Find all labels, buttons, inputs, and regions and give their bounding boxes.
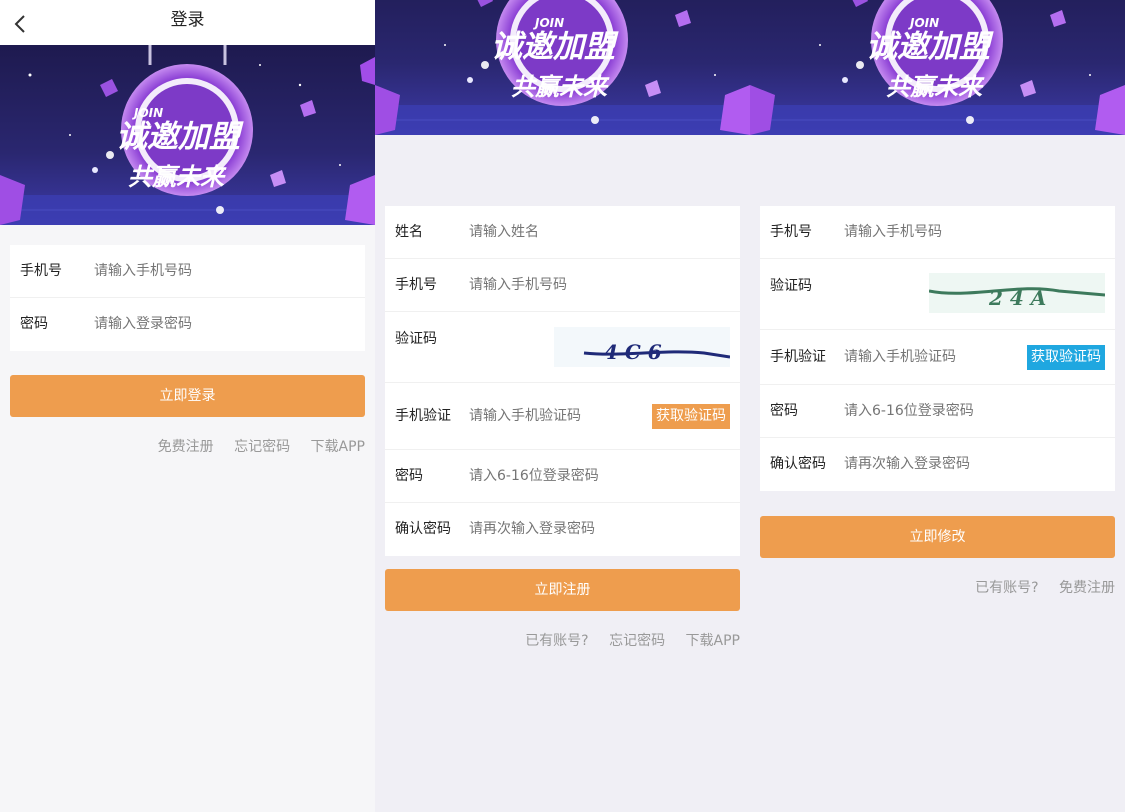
modify-button[interactable]: 立即修改 <box>760 516 1115 558</box>
reset-links: 已有账号? 免费注册 <box>959 577 1115 597</box>
phone-row: 手机号 <box>10 245 365 298</box>
register-form: 姓名 手机号 验证码 4 C 6 手机验证 获取验证码 密码 确认 <box>385 206 740 556</box>
password-row: 密码 <box>385 450 740 503</box>
phone-input[interactable] <box>844 206 1034 258</box>
banner-image: JOIN 诚邀加盟 共赢未来 <box>375 0 750 180</box>
sms-row: 手机验证 获取验证码 <box>385 383 740 450</box>
have-account-link[interactable]: 已有账号? <box>525 633 588 649</box>
register-link[interactable]: 免费注册 <box>1059 580 1115 596</box>
password-label: 密码 <box>20 316 48 332</box>
banner-line2: 共赢未来 <box>511 73 610 101</box>
banner-image: JOIN 诚邀加盟 共赢未来 <box>750 0 1125 180</box>
banner-line2: 共赢未来 <box>128 163 227 191</box>
login-button[interactable]: 立即登录 <box>10 375 365 417</box>
page-title: 登录 <box>170 10 205 30</box>
have-account-link[interactable]: 已有账号? <box>975 580 1038 596</box>
get-code-button[interactable]: 获取验证码 <box>652 404 730 429</box>
banner-image: JOIN 诚邀加盟 共赢未来 <box>0 45 375 225</box>
password-label: 密码 <box>395 468 423 484</box>
captcha-label: 验证码 <box>395 331 437 347</box>
login-form: 手机号 密码 <box>10 245 365 351</box>
password-input[interactable] <box>469 450 659 502</box>
sms-row: 手机验证 获取验证码 <box>760 330 1115 385</box>
confirm-password-row: 确认密码 <box>385 503 740 556</box>
login-links: 免费注册 忘记密码 下载APP <box>142 436 365 456</box>
get-code-button[interactable]: 获取验证码 <box>1027 345 1105 370</box>
captcha-label: 验证码 <box>770 278 812 294</box>
phone-label: 手机号 <box>395 277 437 293</box>
captcha-text: 4 C 6 <box>604 340 662 364</box>
nav-bar: 登录 <box>0 0 375 45</box>
phone-row: 手机号 <box>385 259 740 312</box>
banner-join-text: JOIN <box>132 106 163 120</box>
banner-line1: 诚邀加盟 <box>116 119 244 155</box>
banner-line1: 诚邀加盟 <box>866 29 994 65</box>
sms-label: 手机验证 <box>770 349 826 365</box>
password-input[interactable] <box>844 385 1034 437</box>
captcha-row: 验证码 2 4 A <box>760 259 1115 330</box>
reset-password-screen: JOIN 诚邀加盟 共赢未来 手机号 验证码 2 4 A 手机验证 获取验证码 … <box>750 0 1125 812</box>
confirm-password-input[interactable] <box>469 503 659 555</box>
confirm-password-input[interactable] <box>844 438 1034 490</box>
name-label: 姓名 <box>395 224 423 240</box>
sms-input[interactable] <box>469 383 659 450</box>
banner-line1: 诚邀加盟 <box>491 29 619 65</box>
confirm-password-label: 确认密码 <box>395 521 451 537</box>
download-app-link[interactable]: 下载APP <box>311 439 365 455</box>
forgot-password-link[interactable]: 忘记密码 <box>234 439 290 455</box>
banner-line2: 共赢未来 <box>886 73 985 101</box>
download-app-link[interactable]: 下载APP <box>686 633 740 649</box>
name-input[interactable] <box>469 206 659 258</box>
phone-input[interactable] <box>94 245 284 297</box>
confirm-password-row: 确认密码 <box>760 438 1115 491</box>
captcha-image[interactable]: 4 C 6 <box>554 327 731 367</box>
login-screen: 登录 JOIN 诚邀加盟 共赢未来 手机号 密码 立即登录 免费注册 忘记密码 … <box>0 0 375 812</box>
password-row: 密码 <box>10 298 365 351</box>
password-row: 密码 <box>760 385 1115 438</box>
register-link[interactable]: 免费注册 <box>158 439 214 455</box>
sms-label: 手机验证 <box>395 408 451 424</box>
register-screen: JOIN 诚邀加盟 共赢未来 姓名 手机号 验证码 4 C 6 手机验证 <box>375 0 750 812</box>
register-links: 已有账号? 忘记密码 下载APP <box>509 630 740 650</box>
reset-form: 手机号 验证码 2 4 A 手机验证 获取验证码 密码 确认密码 <box>760 206 1115 491</box>
password-label: 密码 <box>770 403 798 419</box>
captcha-text: 2 4 A <box>988 286 1046 310</box>
phone-row: 手机号 <box>760 206 1115 259</box>
banner-join-text: JOIN <box>908 16 939 30</box>
register-button[interactable]: 立即注册 <box>385 569 740 611</box>
banner-join-text: JOIN <box>533 16 564 30</box>
captcha-image[interactable]: 2 4 A <box>928 273 1106 313</box>
phone-label: 手机号 <box>20 263 62 279</box>
captcha-row: 验证码 4 C 6 <box>385 312 740 383</box>
sms-input[interactable] <box>844 330 1034 385</box>
forgot-password-link[interactable]: 忘记密码 <box>609 633 665 649</box>
phone-label: 手机号 <box>770 224 812 240</box>
confirm-password-label: 确认密码 <box>770 456 826 472</box>
password-input[interactable] <box>94 298 284 350</box>
name-row: 姓名 <box>385 206 740 259</box>
phone-input[interactable] <box>469 259 659 311</box>
